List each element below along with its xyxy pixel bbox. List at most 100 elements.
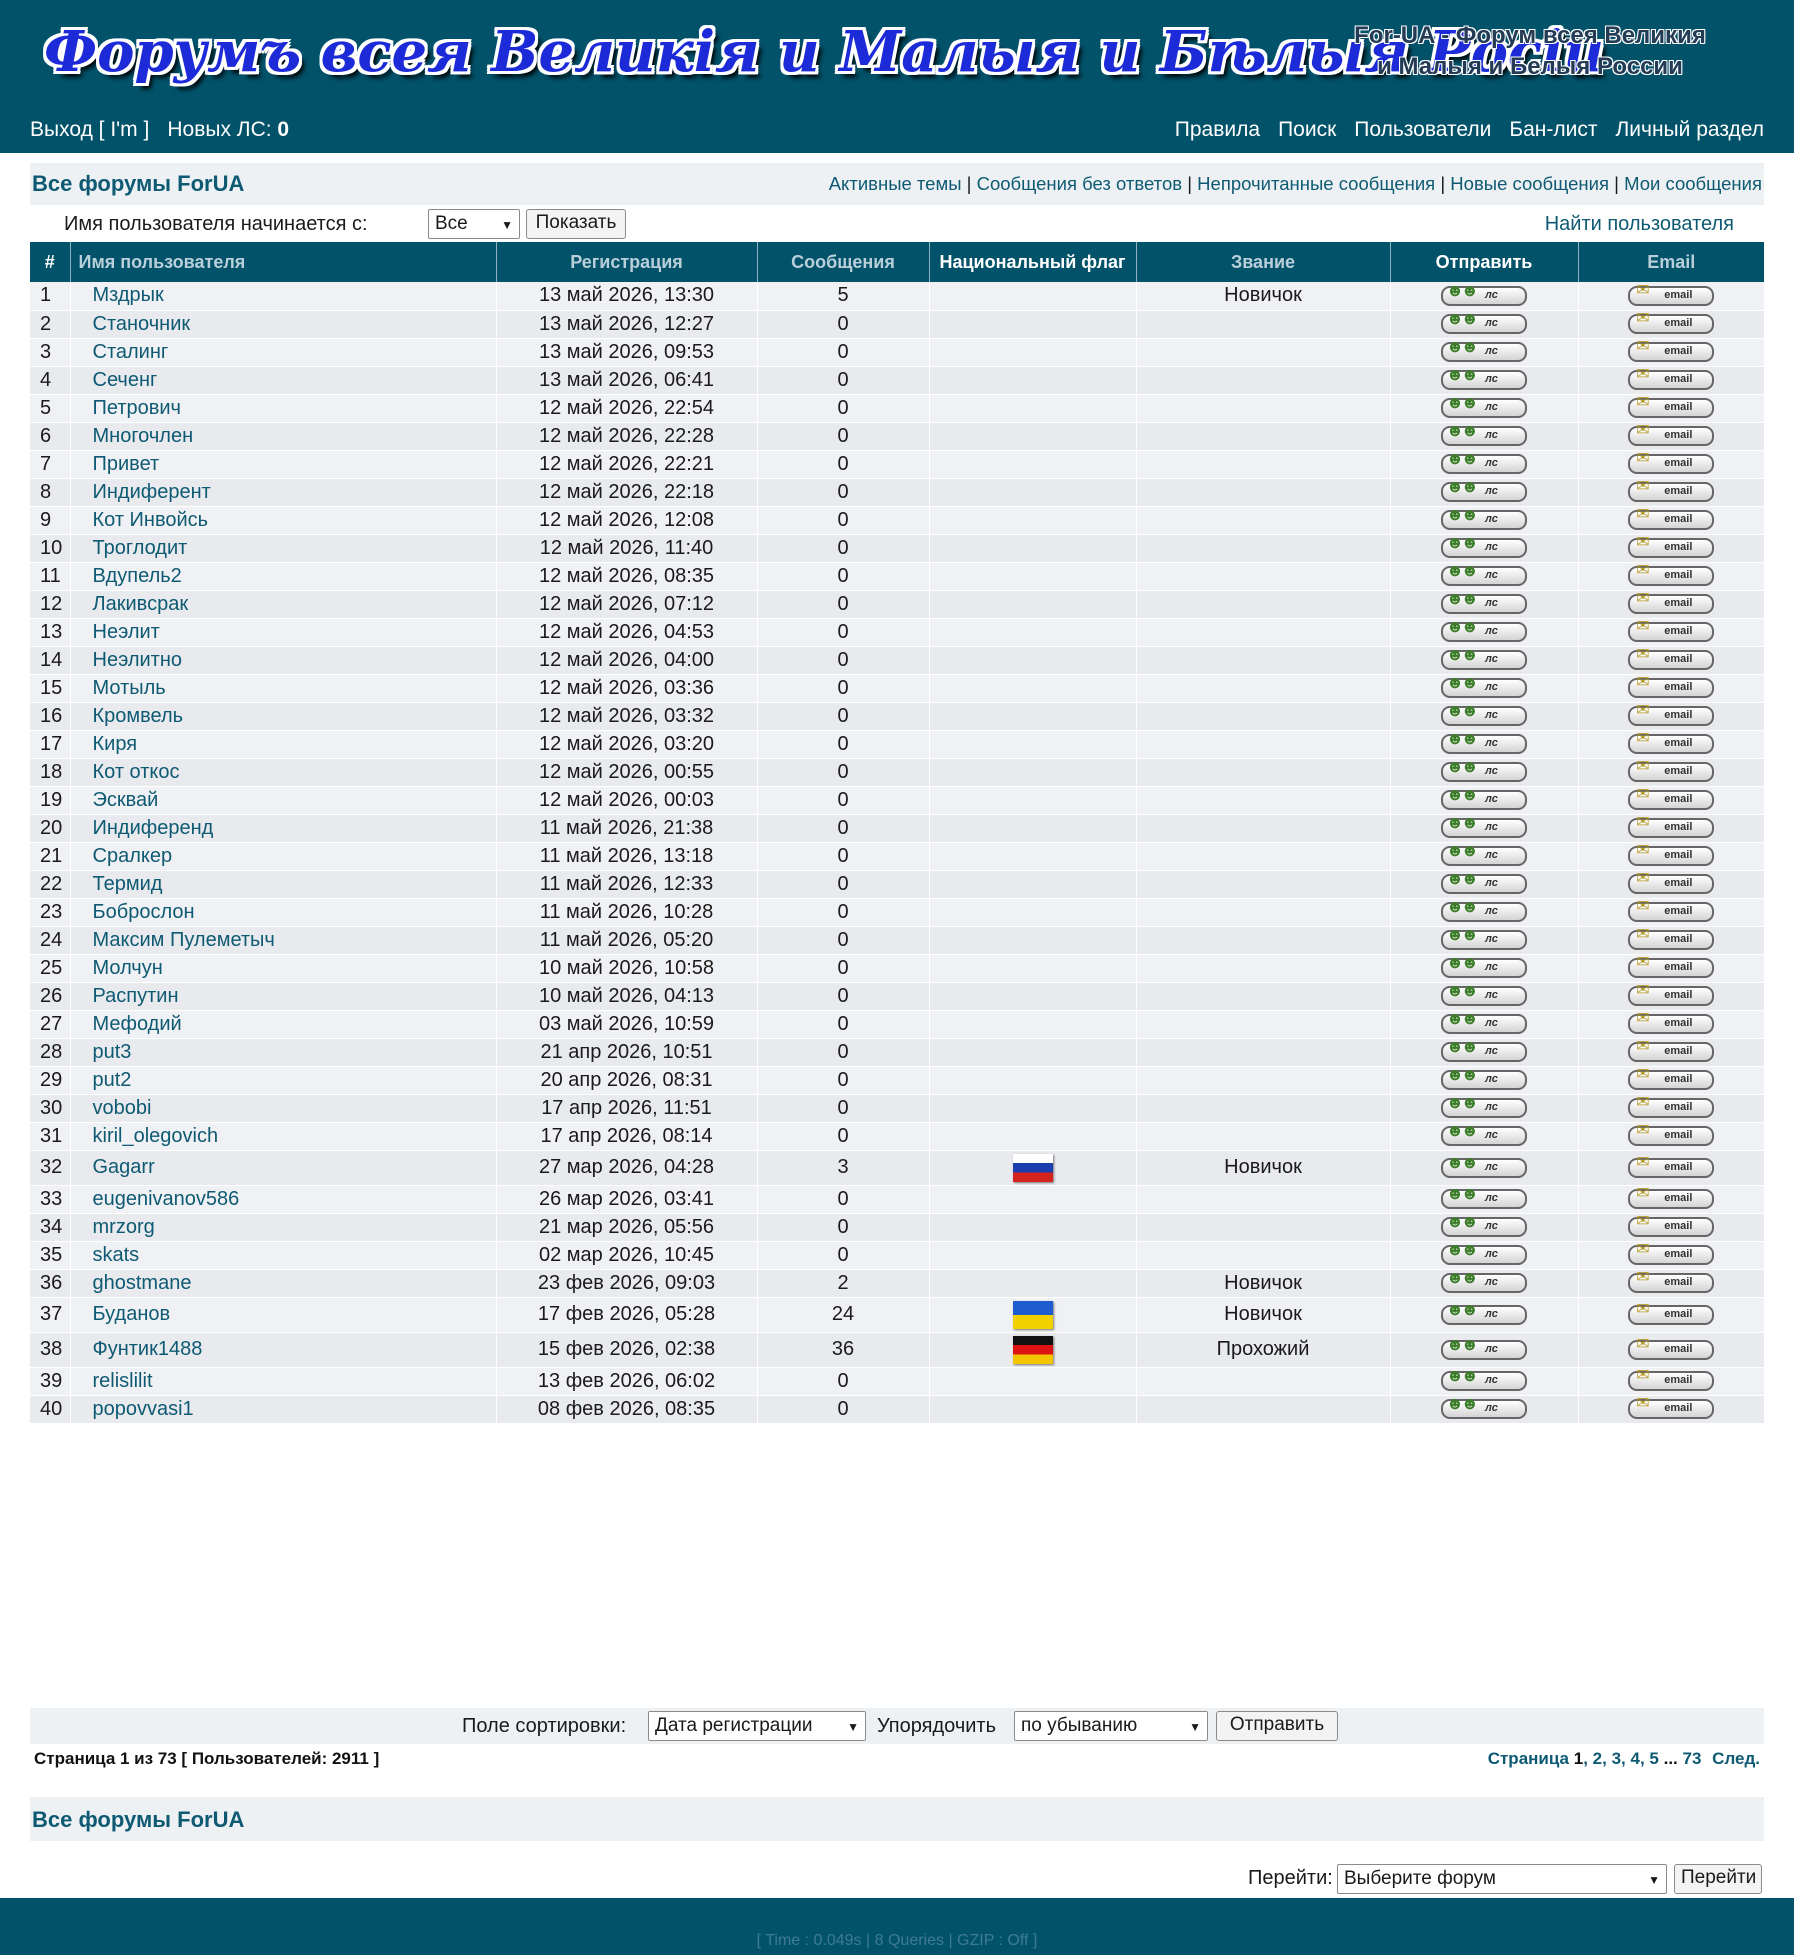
email-button[interactable]: ✉ email — [1628, 282, 1715, 306]
email-button[interactable]: ✉ email — [1628, 423, 1715, 447]
username-link[interactable]: Вдупель2 — [93, 565, 182, 587]
logout-link[interactable]: Выход [ I'm ] — [30, 118, 149, 141]
email-button[interactable]: ✉ email — [1628, 535, 1715, 559]
email-button[interactable]: ✉ email — [1628, 843, 1715, 867]
username-link[interactable]: Сталинг — [93, 341, 169, 363]
send-pm-button[interactable]: ☻☻ лс — [1441, 898, 1527, 923]
send-pm-button[interactable]: ☻☻ лс — [1441, 506, 1527, 531]
email-button[interactable]: ✉ email — [1628, 311, 1715, 335]
username-link[interactable]: Неэлит — [93, 621, 160, 643]
send-pm-button[interactable]: ☻☻ лс — [1441, 646, 1527, 671]
username-link[interactable]: Кромвель — [93, 705, 184, 727]
letter-select[interactable]: Все ▼ — [428, 209, 520, 239]
send-pm-button[interactable]: ☻☻ лс — [1441, 1395, 1527, 1420]
username-link[interactable]: put2 — [93, 1069, 132, 1091]
email-button[interactable]: ✉ email — [1628, 563, 1715, 587]
send-pm-button[interactable]: ☻☻ лс — [1441, 450, 1527, 475]
page-link[interactable]: 4 — [1630, 1749, 1639, 1768]
email-button[interactable]: ✉ email — [1628, 1095, 1715, 1119]
username-link[interactable]: Термид — [93, 873, 163, 895]
username-link[interactable]: ghostmane — [93, 1272, 192, 1294]
unread-link[interactable]: Непрочитанные сообщения — [1197, 173, 1435, 194]
email-button[interactable]: ✉ email — [1628, 815, 1715, 839]
send-pm-button[interactable]: ☻☻ лс — [1441, 730, 1527, 755]
send-pm-button[interactable]: ☻☻ лс — [1441, 1241, 1527, 1266]
username-link[interactable]: Буданов — [93, 1303, 171, 1325]
col-registered[interactable]: Регистрация — [496, 242, 758, 282]
show-button[interactable]: Показать — [526, 209, 626, 239]
email-button[interactable]: ✉ email — [1628, 731, 1715, 755]
send-pm-button[interactable]: ☻☻ лс — [1441, 310, 1527, 335]
username-link[interactable]: Бобрoслон — [93, 901, 195, 923]
username-link[interactable]: Кот откос — [93, 761, 180, 783]
username-link[interactable]: skats — [93, 1244, 140, 1266]
email-button[interactable]: ✉ email — [1628, 591, 1715, 615]
username-link[interactable]: put3 — [93, 1041, 132, 1063]
email-button[interactable]: ✉ email — [1628, 927, 1715, 951]
email-button[interactable]: ✉ email — [1628, 1336, 1715, 1360]
username-link[interactable]: Молчун — [93, 957, 163, 979]
username-link[interactable]: Сралкер — [93, 845, 173, 867]
new-posts-link[interactable]: Новые сообщения — [1450, 173, 1609, 194]
username-link[interactable]: Неэлитно — [93, 649, 183, 671]
email-button[interactable]: ✉ email — [1628, 1067, 1715, 1091]
forum-index-link-bottom[interactable]: Все форумы ForUA — [32, 1807, 244, 1833]
jump-button[interactable]: Перейти — [1674, 1864, 1762, 1894]
page-link[interactable]: 5 — [1649, 1749, 1658, 1768]
email-button[interactable]: ✉ email — [1628, 955, 1715, 979]
username-link[interactable]: Распутин — [93, 985, 179, 1007]
username-link[interactable]: Мефодий — [93, 1013, 182, 1035]
email-button[interactable]: ✉ email — [1628, 451, 1715, 475]
email-button[interactable]: ✉ email — [1628, 1011, 1715, 1035]
email-button[interactable]: ✉ email — [1628, 1214, 1715, 1238]
jump-select[interactable]: Выберите форум ▼ — [1337, 1864, 1667, 1894]
email-button[interactable]: ✉ email — [1628, 1368, 1715, 1392]
send-pm-button[interactable]: ☻☻ лс — [1441, 282, 1527, 306]
col-posts[interactable]: Сообщения — [757, 242, 930, 282]
unanswered-link[interactable]: Сообщения без ответов — [977, 173, 1182, 194]
email-button[interactable]: ✉ email — [1628, 1123, 1715, 1147]
page-link-last[interactable]: 73 — [1683, 1749, 1702, 1768]
send-pm-button[interactable]: ☻☻ лс — [1441, 1269, 1527, 1294]
col-number[interactable]: # — [30, 242, 71, 282]
username-link[interactable]: Фунтик1488 — [93, 1338, 203, 1360]
send-pm-button[interactable]: ☻☻ лс — [1441, 702, 1527, 727]
username-link[interactable]: Лакивсрак — [93, 593, 189, 615]
send-pm-button[interactable]: ☻☻ лс — [1441, 814, 1527, 839]
send-pm-button[interactable]: ☻☻ лс — [1441, 422, 1527, 447]
next-page-link[interactable]: След. — [1712, 1749, 1760, 1768]
send-pm-button[interactable]: ☻☻ лс — [1441, 1066, 1527, 1091]
send-pm-button[interactable]: ☻☻ лс — [1441, 842, 1527, 867]
my-posts-link[interactable]: Мои сообщения — [1624, 173, 1762, 194]
email-button[interactable]: ✉ email — [1628, 647, 1715, 671]
col-username[interactable]: Имя пользователя — [70, 242, 497, 282]
username-link[interactable]: kiril_olegovich — [93, 1125, 219, 1147]
email-button[interactable]: ✉ email — [1628, 675, 1715, 699]
send-pm-button[interactable]: ☻☻ лс — [1441, 366, 1527, 391]
username-link[interactable]: mrzorg — [93, 1216, 155, 1238]
send-pm-button[interactable]: ☻☻ лс — [1441, 926, 1527, 951]
find-user-link[interactable]: Найти пользователя — [1545, 213, 1734, 236]
username-link[interactable]: popovvasi1 — [93, 1398, 194, 1420]
username-link[interactable]: relislilit — [93, 1370, 153, 1392]
forum-index-link[interactable]: Все форумы ForUA — [32, 171, 244, 197]
username-link[interactable]: Gagarr — [93, 1156, 155, 1178]
send-pm-button[interactable]: ☻☻ лс — [1441, 954, 1527, 979]
email-button[interactable]: ✉ email — [1628, 339, 1715, 363]
send-pm-button[interactable]: ☻☻ лс — [1441, 1094, 1527, 1119]
username-link[interactable]: Петрович — [93, 397, 181, 419]
username-link[interactable]: Мотыль — [93, 677, 166, 699]
email-button[interactable]: ✉ email — [1628, 619, 1715, 643]
send-pm-button[interactable]: ☻☻ лс — [1441, 1122, 1527, 1147]
send-pm-button[interactable]: ☻☻ лс — [1441, 786, 1527, 811]
username-link[interactable]: Кот Инвойсь — [93, 509, 209, 531]
email-button[interactable]: ✉ email — [1628, 759, 1715, 783]
email-button[interactable]: ✉ email — [1628, 395, 1715, 419]
email-button[interactable]: ✉ email — [1628, 479, 1715, 503]
send-pm-button[interactable]: ☻☻ лс — [1441, 982, 1527, 1007]
username-link[interactable]: Индиференд — [93, 817, 214, 839]
send-pm-button[interactable]: ☻☻ лс — [1441, 1038, 1527, 1063]
email-button[interactable]: ✉ email — [1628, 367, 1715, 391]
username-link[interactable]: Эсквай — [93, 789, 159, 811]
email-button[interactable]: ✉ email — [1628, 1186, 1715, 1210]
